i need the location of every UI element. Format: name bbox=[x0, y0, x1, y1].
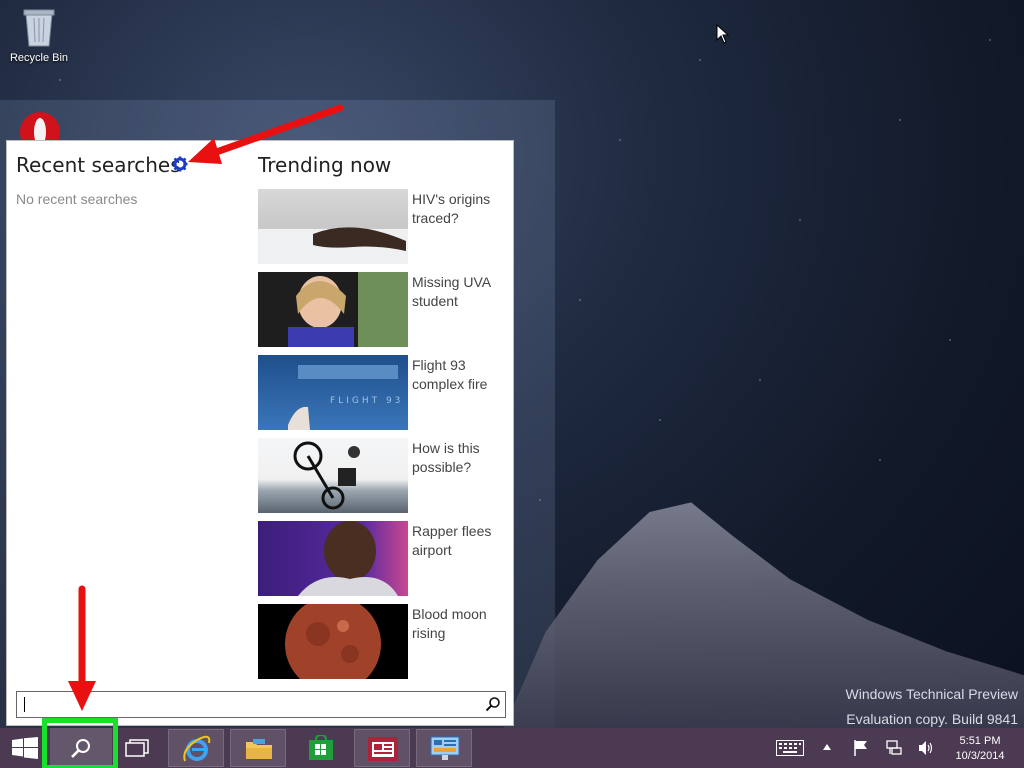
flight93-photo-icon: FLIGHT 93 bbox=[258, 355, 408, 430]
trending-label: HIV's origins traced? bbox=[412, 191, 491, 226]
trending-item-uva[interactable]: Missing UVA student bbox=[258, 272, 503, 347]
no-recent-searches-text: No recent searches bbox=[16, 191, 138, 207]
moon-photo-icon bbox=[258, 604, 408, 679]
keyboard-icon[interactable] bbox=[776, 740, 804, 756]
trending-item-possible[interactable]: How is this possible? bbox=[258, 438, 503, 513]
search-button-highlight bbox=[42, 718, 118, 768]
search-panel: Recent searches No recent searches Trend… bbox=[6, 140, 514, 726]
trending-label: Rapper flees airport bbox=[412, 523, 492, 558]
trending-item-rapper[interactable]: Rapper flees airport bbox=[258, 521, 503, 596]
windows-logo-icon bbox=[12, 737, 38, 759]
trending-now-title: Trending now bbox=[258, 153, 392, 177]
action-center-flag-icon[interactable] bbox=[854, 740, 868, 756]
task-view-icon bbox=[125, 739, 149, 757]
file-explorer-button[interactable] bbox=[230, 729, 286, 767]
trending-item-moon[interactable]: Blood moon rising bbox=[258, 604, 503, 679]
recycle-bin-shortcut[interactable]: Recycle Bin bbox=[6, 6, 72, 64]
volume-icon[interactable] bbox=[918, 740, 934, 756]
trending-label: Missing UVA student bbox=[412, 274, 491, 309]
search-input[interactable] bbox=[16, 691, 506, 718]
trending-label: Blood moon rising bbox=[412, 606, 487, 641]
task-view-button[interactable] bbox=[112, 728, 162, 768]
mouse-cursor-icon bbox=[716, 24, 730, 44]
trending-item-flight93[interactable]: FLIGHT 93 Flight 93 complex fire bbox=[258, 355, 503, 430]
store-icon bbox=[309, 735, 333, 760]
watermark-line2: Evaluation copy. Build 9841 bbox=[846, 711, 1018, 727]
trending-label: Flight 93 complex fire bbox=[412, 357, 488, 392]
taskbar: 5:51 PM 10/3/2014 bbox=[0, 728, 1024, 768]
recent-searches-title: Recent searches bbox=[16, 153, 181, 177]
news-app-button[interactable] bbox=[354, 729, 410, 767]
search-icon[interactable] bbox=[485, 696, 501, 712]
clock-date: 10/3/2014 bbox=[955, 750, 1005, 762]
trending-item-hiv[interactable]: HIV's origins traced? bbox=[258, 189, 503, 264]
internet-explorer-icon bbox=[183, 735, 211, 762]
folder-icon bbox=[246, 739, 272, 759]
news-icon bbox=[368, 737, 398, 761]
student-photo-icon bbox=[258, 272, 408, 347]
control-panel-button[interactable] bbox=[416, 729, 472, 767]
watermark-line1: Windows Technical Preview bbox=[845, 686, 1018, 702]
control-panel-icon bbox=[430, 736, 460, 760]
text-caret bbox=[24, 697, 25, 712]
gear-icon[interactable] bbox=[172, 156, 188, 172]
trending-label: How is this possible? bbox=[412, 440, 480, 475]
recycle-bin-label: Recycle Bin bbox=[9, 52, 69, 64]
bike-photo-icon bbox=[258, 438, 408, 513]
internet-explorer-button[interactable] bbox=[168, 729, 224, 767]
network-icon[interactable] bbox=[886, 740, 902, 756]
clock-time: 5:51 PM bbox=[959, 735, 1001, 747]
recycle-bin-icon bbox=[22, 6, 56, 48]
show-hidden-icons-icon[interactable] bbox=[823, 744, 831, 750]
store-button[interactable] bbox=[292, 728, 348, 768]
hiv-photo-icon bbox=[258, 189, 408, 264]
clock[interactable]: 5:51 PM 10/3/2014 bbox=[948, 734, 1012, 764]
svg-text:FLIGHT 93: FLIGHT 93 bbox=[330, 396, 403, 406]
rapper-photo-icon bbox=[258, 521, 408, 596]
